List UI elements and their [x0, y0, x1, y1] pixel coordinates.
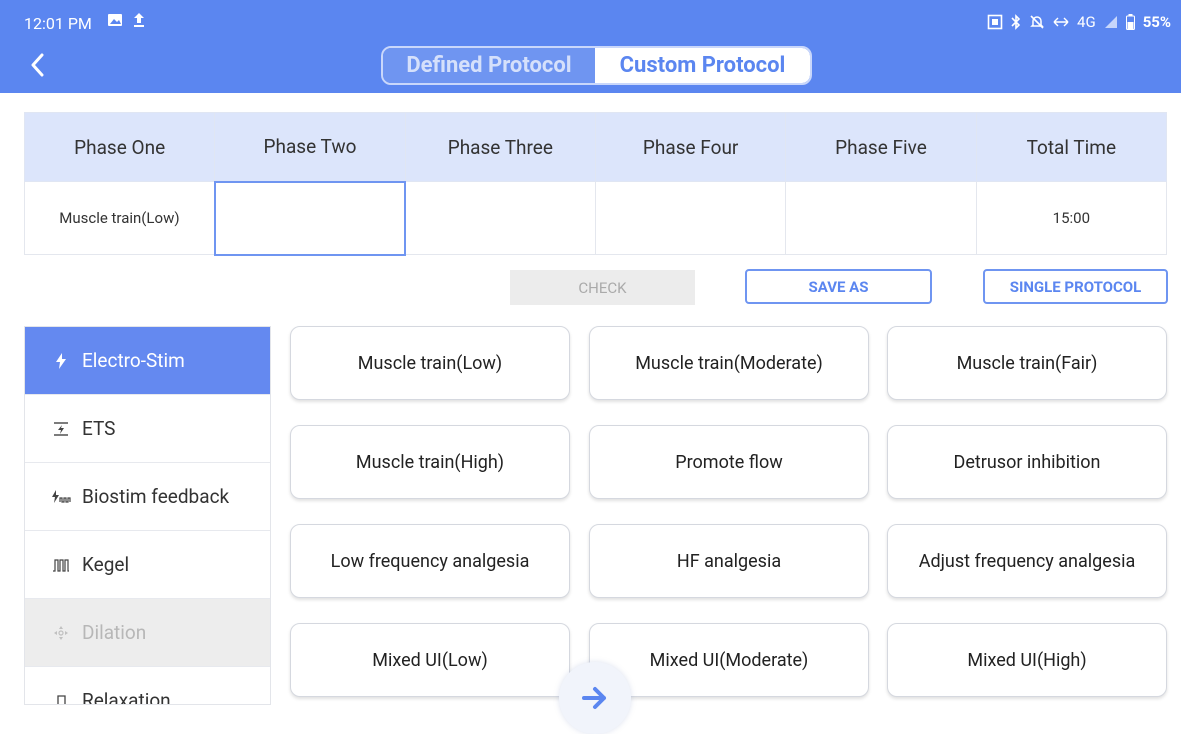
bolt-icon — [50, 352, 72, 369]
back-button[interactable] — [24, 50, 50, 80]
mute-icon — [1030, 15, 1044, 29]
cell-phase-four[interactable] — [594, 181, 787, 255]
sidebar-item-biostim-feedback[interactable]: Biostim feedback — [25, 463, 270, 531]
protocol-low-frequency-analgesia[interactable]: Low frequency analgesia — [290, 524, 570, 598]
cell-phase-five[interactable] — [785, 181, 977, 255]
header-phase-three: Phase Three — [404, 112, 596, 182]
category-sidebar: Electro-Stim ETS Biostim feedback Kegel … — [24, 326, 271, 705]
sidebar-item-label: Kegel — [82, 553, 130, 576]
sidebar-item-label: ETS — [82, 417, 116, 440]
protocol-mixed-ui-high[interactable]: Mixed UI(High) — [887, 623, 1167, 697]
header-total-time: Total Time — [975, 112, 1168, 182]
upload-icon — [134, 13, 144, 27]
bluetooth-icon — [1011, 14, 1021, 30]
protocol-hf-analgesia[interactable]: HF analgesia — [589, 524, 869, 598]
sidebar-item-electro-stim[interactable]: Electro-Stim — [25, 327, 270, 395]
battery-icon — [1125, 14, 1135, 30]
cell-phase-one[interactable]: Muscle train(Low) — [23, 181, 216, 255]
image-icon — [108, 14, 122, 26]
sidebar-item-label: Dilation — [82, 621, 147, 644]
app-header: 12:01 PM 4G 55% Defined Protocol Custom … — [0, 0, 1181, 93]
signal-icon — [1104, 16, 1117, 28]
status-right: 4G 55% — [987, 13, 1171, 31]
save-as-button[interactable]: SAVE AS — [745, 269, 932, 304]
sidebar-item-relaxation[interactable]: Relaxation — [25, 667, 270, 705]
header-phase-two: Phase Two — [214, 112, 406, 182]
protocol-detrusor-inhibition[interactable]: Detrusor inhibition — [887, 425, 1167, 499]
header-phase-five: Phase Five — [785, 112, 977, 182]
phase-table: Phase One Phase Two Phase Three Phase Fo… — [23, 112, 1168, 256]
network-label: 4G — [1077, 13, 1096, 31]
status-left-icons — [107, 12, 145, 28]
sidebar-item-ets[interactable]: ETS — [25, 395, 270, 463]
protocol-adjust-frequency-analgesia[interactable]: Adjust frequency analgesia — [887, 524, 1167, 598]
header-phase-four: Phase Four — [594, 112, 787, 182]
protocol-muscle-train-low[interactable]: Muscle train(Low) — [290, 326, 570, 400]
sidebar-item-label: Electro-Stim — [82, 349, 185, 372]
protocol-type-tabs: Defined Protocol Custom Protocol — [381, 46, 812, 85]
screenshot-icon — [987, 14, 1003, 30]
relaxation-icon — [50, 693, 72, 704]
arrow-right-icon — [582, 687, 606, 709]
sidebar-item-dilation[interactable]: Dilation — [25, 599, 270, 667]
next-button[interactable] — [559, 662, 631, 734]
status-time: 12:01 PM — [24, 14, 92, 33]
header-phase-one: Phase One — [23, 112, 216, 182]
chevron-left-icon — [31, 53, 44, 77]
cell-total-time: 15:00 — [975, 181, 1168, 255]
data-arrows-icon — [1053, 17, 1069, 27]
protocol-muscle-train-fair[interactable]: Muscle train(Fair) — [887, 326, 1167, 400]
dilation-icon — [50, 625, 72, 641]
phase-table-header-row: Phase One Phase Two Phase Three Phase Fo… — [23, 112, 1168, 182]
tab-custom-protocol[interactable]: Custom Protocol — [595, 48, 810, 83]
protocol-promote-flow[interactable]: Promote flow — [589, 425, 869, 499]
battery-label: 55% — [1142, 13, 1171, 31]
ets-icon — [50, 421, 72, 437]
protocol-mixed-ui-low[interactable]: Mixed UI(Low) — [290, 623, 570, 697]
protocol-muscle-train-moderate[interactable]: Muscle train(Moderate) — [589, 326, 869, 400]
sidebar-item-kegel[interactable]: Kegel — [25, 531, 270, 599]
cell-phase-three[interactable] — [404, 181, 596, 255]
single-protocol-button[interactable]: SINGLE PROTOCOL — [983, 269, 1168, 304]
cell-phase-two[interactable] — [213, 180, 407, 256]
sidebar-item-label: Biostim feedback — [82, 485, 230, 508]
protocol-muscle-train-high[interactable]: Muscle train(High) — [290, 425, 570, 499]
kegel-icon — [50, 557, 72, 573]
phase-table-row: Muscle train(Low) 15:00 — [23, 180, 1168, 256]
sidebar-item-label: Relaxation — [82, 689, 171, 705]
protocol-mixed-ui-moderate[interactable]: Mixed UI(Moderate) — [589, 623, 869, 697]
check-button[interactable]: CHECK — [510, 270, 695, 305]
tab-defined-protocol[interactable]: Defined Protocol — [383, 48, 595, 83]
biostim-icon — [50, 489, 72, 505]
